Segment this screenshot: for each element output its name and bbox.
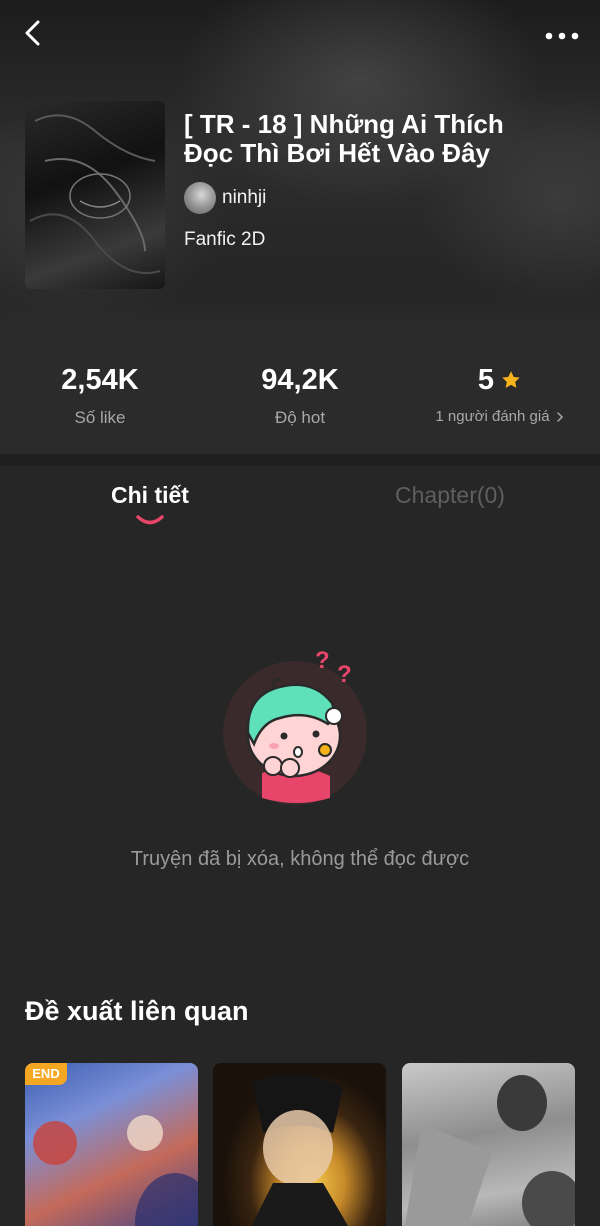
related-cover-artwork	[33, 1115, 198, 1226]
stats-panel: 2,54K Số like 94,2K Độ hot 5 1 người đán…	[0, 326, 600, 454]
tab-chapters[interactable]: Chapter(0)	[300, 482, 600, 509]
story-genre: Fanfic 2D	[184, 229, 266, 250]
likes-label: Số like	[74, 408, 126, 427]
chevron-left-icon	[25, 20, 40, 46]
author-avatar[interactable]	[184, 182, 216, 214]
hot-label: Độ hot	[274, 408, 326, 427]
star-icon	[502, 371, 520, 388]
more-button[interactable]	[544, 22, 580, 50]
top-bar	[0, 0, 600, 70]
rating-value: 5	[477, 364, 495, 396]
rating-count-label: 1 người đánh giá	[435, 408, 550, 425]
author-row[interactable]: ninhji	[184, 182, 266, 214]
author-name[interactable]: ninhji	[222, 187, 266, 209]
cover-artwork	[29, 114, 161, 274]
confused-mascot-icon: ? ?	[223, 648, 367, 805]
story-title: [ TR - 18 ] Những Ai Thích Đọc Thì Bơi H…	[184, 109, 504, 168]
tab-bar: Chi tiết Chapter(0)	[0, 466, 600, 532]
rating-label-row[interactable]: 1 người đánh giá	[400, 408, 600, 425]
rating-value-row: 5	[400, 360, 600, 400]
stat-likes: 2,54K Số like	[0, 360, 200, 428]
tab-details[interactable]: Chi tiết	[0, 482, 300, 509]
story-cover-image	[25, 101, 165, 289]
empty-state-message: Truyện đã bị xóa, không thể đọc được	[130, 848, 470, 870]
svg-text:?: ?	[315, 648, 330, 674]
more-horizontal-icon	[545, 32, 579, 40]
story-header: [ TR - 18 ] Những Ai Thích Đọc Thì Bơi H…	[0, 0, 600, 326]
stat-rating[interactable]: 5 1 người đánh giá	[400, 360, 600, 425]
related-section-title: Đề xuất liên quan	[25, 996, 249, 1026]
likes-count: 2,54K	[61, 364, 139, 396]
related-story-card[interactable]	[213, 1063, 386, 1226]
end-badge: END	[25, 1063, 67, 1085]
hot-count: 94,2K	[261, 364, 339, 396]
section-divider	[0, 454, 600, 466]
related-story-card[interactable]: END	[25, 1063, 198, 1226]
active-tab-indicator	[136, 515, 164, 525]
related-story-card[interactable]	[402, 1063, 575, 1226]
back-button[interactable]	[18, 18, 50, 50]
stat-hot: 94,2K Độ hot	[200, 360, 400, 428]
related-cover-artwork	[404, 1075, 575, 1226]
chevron-right-icon	[556, 411, 563, 422]
svg-text:?: ?	[337, 661, 352, 688]
related-cover-artwork	[251, 1074, 349, 1226]
